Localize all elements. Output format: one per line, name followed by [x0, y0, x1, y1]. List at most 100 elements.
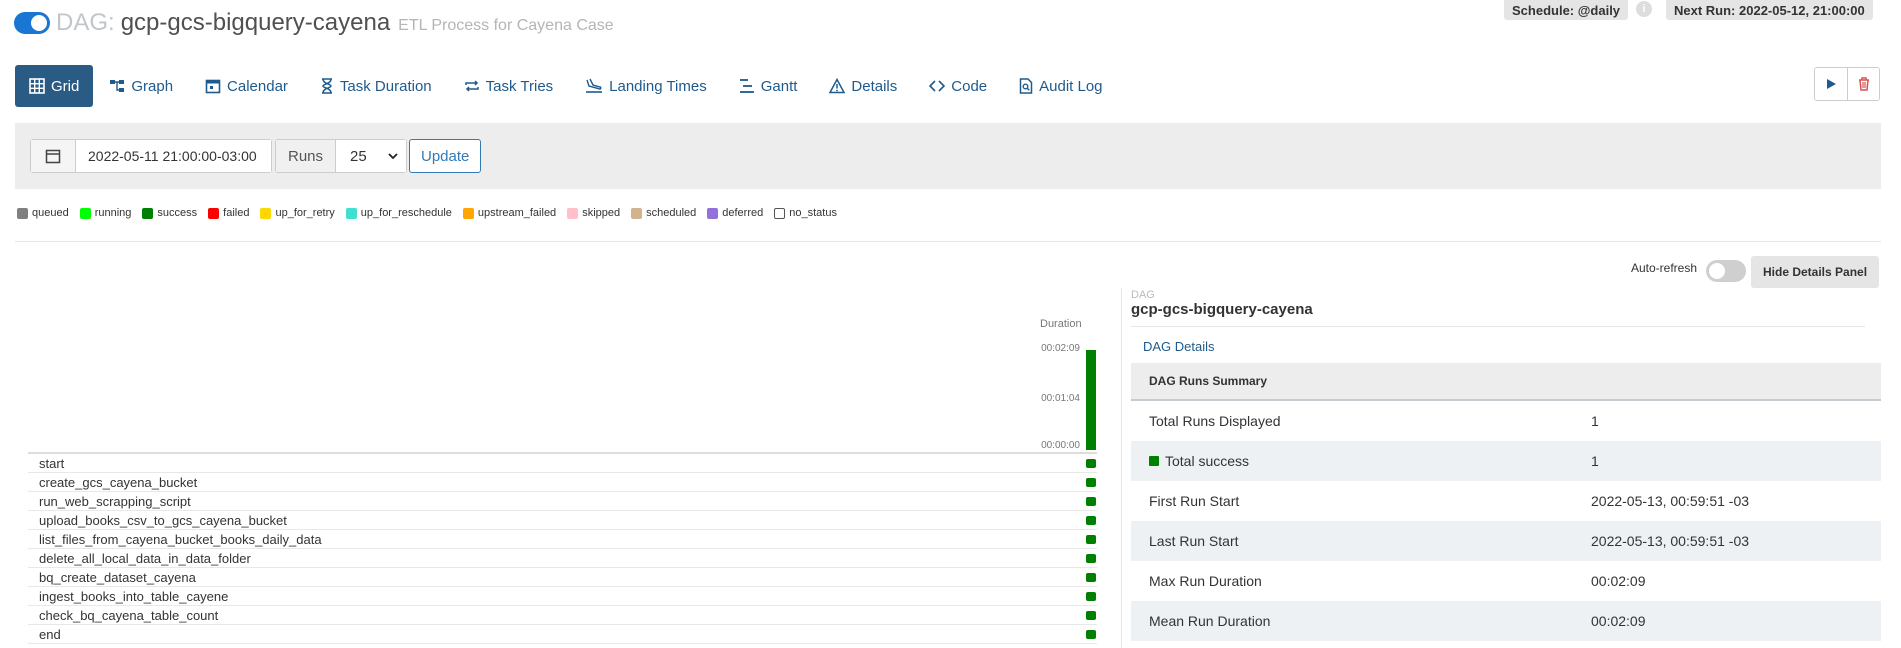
delete-dag-button[interactable] — [1847, 68, 1879, 100]
duration-header: Duration — [1040, 318, 1082, 330]
tab-audit-log[interactable]: Audit Log — [1003, 65, 1118, 107]
legend-label: queued — [32, 207, 69, 219]
legend-item[interactable]: skipped — [567, 207, 620, 219]
task-instance-cell[interactable] — [1086, 535, 1096, 544]
base-date-input[interactable] — [76, 140, 271, 172]
legend-swatch — [142, 207, 154, 219]
task-name[interactable]: start — [39, 456, 64, 471]
legend-item[interactable]: failed — [208, 207, 249, 219]
auto-refresh-label: Auto-refresh — [1631, 261, 1698, 275]
task-row[interactable]: bq_create_dataset_cayena — [28, 568, 1097, 587]
legend-item[interactable]: queued — [17, 207, 69, 219]
task-instance-cell[interactable] — [1086, 459, 1096, 468]
task-instance-cell[interactable] — [1086, 630, 1096, 639]
summary-key: Total success — [1131, 453, 1591, 469]
runs-label: Runs — [276, 140, 337, 172]
trigger-dag-button[interactable] — [1815, 68, 1847, 100]
legend-swatch — [707, 207, 719, 219]
summary-row: Total success 1 — [1131, 441, 1881, 481]
code-icon — [929, 80, 946, 92]
task-row[interactable]: check_bq_cayena_table_count — [28, 606, 1097, 625]
task-name[interactable]: upload_books_csv_to_gcs_cayena_bucket — [39, 513, 287, 528]
calendar-icon — [45, 149, 61, 164]
summary-value: 00:02:09 — [1591, 613, 1646, 629]
tab-calendar[interactable]: Calendar — [189, 65, 304, 107]
legend-item[interactable]: up_for_reschedule — [345, 207, 452, 219]
dag-header: DAG: gcp-gcs-bigquery-cayena ETL Process… — [14, 8, 614, 38]
dag-details-link[interactable]: DAG Details — [1143, 339, 1215, 354]
summary-value: 00:02:09 — [1591, 573, 1646, 589]
summary-row: Max Run Duration 00:02:09 — [1131, 561, 1881, 601]
task-name[interactable]: list_files_from_cayena_bucket_books_dail… — [39, 532, 322, 547]
auto-refresh-switch[interactable] — [1706, 260, 1746, 282]
tab-gantt[interactable]: Gantt — [723, 65, 814, 107]
task-row[interactable]: list_files_from_cayena_bucket_books_dail… — [28, 530, 1097, 549]
legend-label: success — [157, 207, 198, 219]
legend-label: up_for_reschedule — [360, 207, 452, 219]
tab-details-label: Details — [851, 77, 898, 95]
task-row[interactable]: upload_books_csv_to_gcs_cayena_bucket — [28, 511, 1097, 530]
legend-swatch — [208, 207, 220, 219]
hide-details-button[interactable]: Hide Details Panel — [1751, 256, 1880, 288]
info-icon[interactable]: i — [1636, 1, 1652, 17]
legend-item[interactable]: upstream_failed — [462, 207, 556, 219]
task-name[interactable]: delete_all_local_data_in_data_folder — [39, 551, 251, 566]
task-instance-cell[interactable] — [1086, 497, 1096, 506]
task-instance-cell[interactable] — [1086, 478, 1096, 487]
tab-landing-times[interactable]: Landing Times — [569, 65, 723, 107]
task-instance-cell[interactable] — [1086, 554, 1096, 563]
task-instance-cell[interactable] — [1086, 611, 1096, 620]
task-row[interactable]: create_gcs_cayena_bucket — [28, 473, 1097, 492]
task-name[interactable]: create_gcs_cayena_bucket — [39, 475, 197, 490]
tab-task-tries[interactable]: Task Tries — [448, 65, 570, 107]
legend-item[interactable]: no_status — [774, 207, 837, 219]
summary-row: Last Run Start 2022-05-13, 00:59:51 -03 — [1131, 521, 1881, 561]
legend-item[interactable]: success — [142, 207, 197, 219]
legend-item[interactable]: running — [79, 207, 131, 219]
tab-code[interactable]: Code — [913, 65, 1003, 107]
task-name[interactable]: bq_create_dataset_cayena — [39, 570, 196, 585]
task-row[interactable]: start — [28, 454, 1097, 473]
task-row[interactable]: run_web_scrapping_script — [28, 492, 1097, 511]
runs-selector: Runs 25 — [275, 139, 408, 173]
duration-tick: 00:02:09 — [1041, 343, 1080, 354]
task-row[interactable]: delete_all_local_data_in_data_folder — [28, 549, 1097, 568]
date-picker-button[interactable] — [31, 140, 76, 172]
runs-select[interactable]: 25 — [336, 140, 407, 172]
schedule-badge: Schedule: @daily — [1504, 0, 1629, 20]
summary-key: Max Run Duration — [1149, 573, 1262, 589]
dag-run-duration-bar[interactable] — [1086, 350, 1096, 450]
task-instance-cell[interactable] — [1086, 592, 1096, 601]
summary-key: Mean Run Duration — [1149, 613, 1271, 629]
tab-graph[interactable]: Graph — [93, 65, 189, 107]
task-list: start create_gcs_cayena_bucket run_web_s… — [28, 454, 1097, 644]
tab-code-label: Code — [951, 77, 988, 95]
legend-item[interactable]: up_for_retry — [260, 207, 335, 219]
task-name[interactable]: check_bq_cayena_table_count — [39, 608, 218, 623]
task-name[interactable]: ingest_books_into_table_cayene — [39, 589, 228, 604]
divider — [1131, 326, 1865, 327]
task-row[interactable]: end — [28, 625, 1097, 644]
base-date-picker — [30, 139, 272, 173]
summary-row: Total Runs Displayed 1 — [1131, 401, 1881, 441]
task-row[interactable]: ingest_books_into_table_cayene — [28, 587, 1097, 606]
tab-grid[interactable]: Grid — [15, 65, 94, 107]
update-button[interactable]: Update — [409, 139, 482, 173]
task-instance-cell[interactable] — [1086, 516, 1096, 525]
tab-details[interactable]: Details — [813, 65, 913, 107]
task-name[interactable]: end — [39, 627, 61, 642]
summary-row: Mean Run Duration 00:02:09 — [1131, 601, 1881, 641]
grid-icon — [29, 78, 45, 94]
task-name[interactable]: run_web_scrapping_script — [39, 494, 191, 509]
panel-divider — [1121, 288, 1122, 648]
legend-item[interactable]: scheduled — [631, 207, 696, 219]
legend-label: up_for_retry — [275, 207, 335, 219]
legend-swatch — [260, 207, 272, 219]
retry-icon — [464, 80, 479, 92]
legend-swatch — [567, 207, 579, 219]
tab-task-duration[interactable]: Task Duration — [304, 65, 448, 107]
legend-item[interactable]: deferred — [707, 207, 763, 219]
summary-row: First Run Start 2022-05-13, 00:59:51 -03 — [1131, 481, 1881, 521]
dag-pause-toggle[interactable] — [14, 12, 50, 34]
task-instance-cell[interactable] — [1086, 573, 1096, 582]
